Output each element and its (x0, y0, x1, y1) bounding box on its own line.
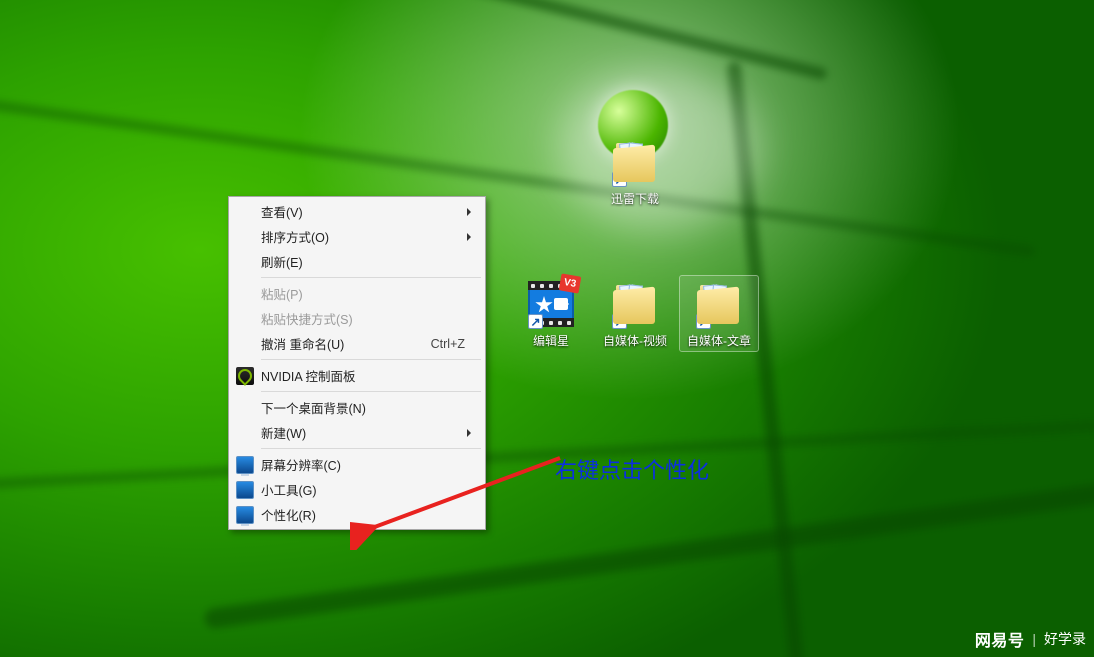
desktop-icon-label: 自媒体-文章 (687, 332, 751, 349)
monitor-icon (236, 481, 254, 499)
shortcut-overlay-icon (528, 314, 543, 329)
menu-item-resolution[interactable]: 屏幕分辨率(C) (231, 452, 483, 477)
menu-separator (261, 391, 481, 392)
folder-icon (610, 137, 660, 187)
desktop-background[interactable]: 迅雷下载 V3 编辑星 自媒体-视频 自媒体-文章 查看(V) 排序方 (0, 0, 1094, 657)
folder-icon (694, 279, 744, 329)
menu-separator (261, 359, 481, 360)
desktop-context-menu: 查看(V) 排序方式(O) 刷新(E) 粘贴(P) 粘贴快捷方式(S) 撤消 重… (228, 196, 486, 530)
menu-item-nvidia[interactable]: NVIDIA 控制面板 (231, 363, 483, 388)
desktop-icon-media-video[interactable]: 自媒体-视频 (596, 279, 674, 349)
watermark: 网易号 | 好学录 (975, 627, 1086, 651)
nvidia-icon (236, 367, 254, 385)
menu-item-sort[interactable]: 排序方式(O) (231, 224, 483, 249)
monitor-icon (236, 506, 254, 524)
watermark-brand: 网易号 (975, 627, 1025, 651)
menu-item-view[interactable]: 查看(V) (231, 199, 483, 224)
menu-item-next-background[interactable]: 下一个桌面背景(N) (231, 395, 483, 420)
wallpaper-blade (0, 94, 1035, 257)
menu-item-paste-shortcut: 粘贴快捷方式(S) (231, 306, 483, 331)
monitor-icon (236, 456, 254, 474)
menu-item-undo-rename[interactable]: 撤消 重命名(U)Ctrl+Z (231, 331, 483, 356)
desktop-icon-label: 自媒体-视频 (603, 332, 667, 349)
menu-item-gadgets[interactable]: 小工具(G) (231, 477, 483, 502)
watermark-divider: | (1032, 631, 1036, 647)
shortcut-overlay-icon (612, 172, 627, 187)
desktop-icon-label: 编辑星 (533, 332, 569, 349)
menu-separator (261, 448, 481, 449)
menu-item-new[interactable]: 新建(W) (231, 420, 483, 445)
desktop-icon-xunlei[interactable]: 迅雷下载 (596, 137, 674, 207)
desktop-icon-label: 迅雷下载 (611, 190, 659, 207)
shortcut-overlay-icon (696, 314, 711, 329)
shortcut-overlay-icon (612, 314, 627, 329)
folder-icon (610, 279, 660, 329)
version-badge: V3 (559, 273, 582, 293)
wallpaper-blade (0, 419, 1094, 492)
menu-item-shortcut: Ctrl+Z (407, 337, 465, 351)
menu-separator (261, 277, 481, 278)
annotation-text: 右键点击个性化 (555, 453, 709, 485)
watermark-author: 好学录 (1044, 629, 1086, 649)
menu-item-personalize[interactable]: 个性化(R) (231, 502, 483, 527)
desktop-icon-editor[interactable]: V3 编辑星 (512, 279, 590, 349)
app-icon: V3 (526, 279, 576, 329)
wallpaper-blade (0, 0, 828, 81)
menu-item-refresh[interactable]: 刷新(E) (231, 249, 483, 274)
desktop-icon-media-article[interactable]: 自媒体-文章 (680, 276, 758, 351)
wallpaper-stem (727, 61, 808, 657)
menu-item-paste: 粘贴(P) (231, 281, 483, 306)
